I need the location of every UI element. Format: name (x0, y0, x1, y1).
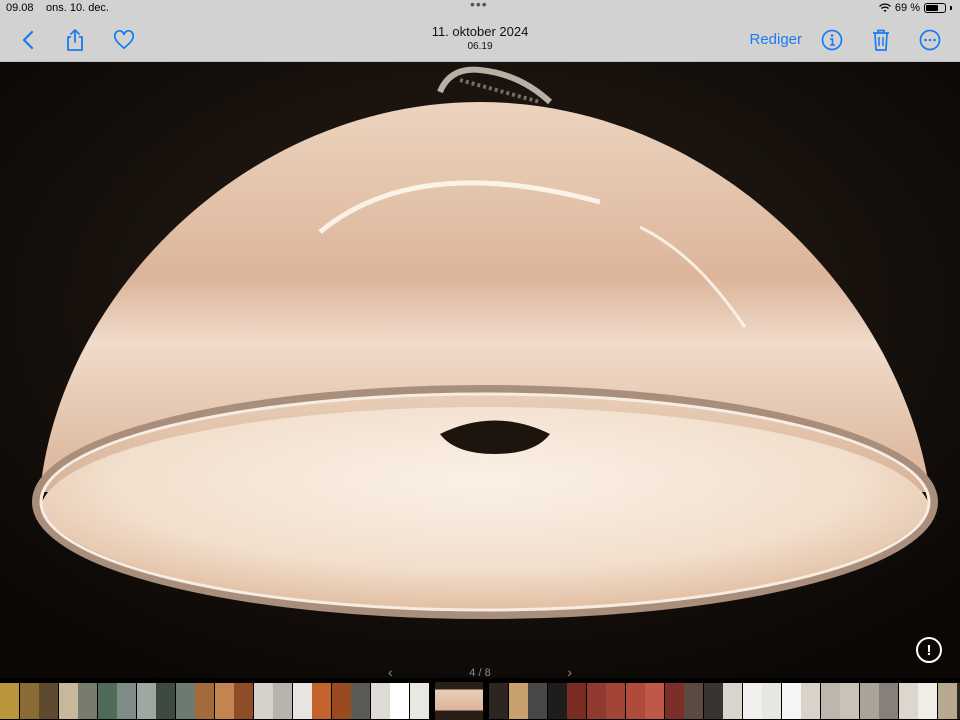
share-icon (67, 29, 83, 51)
thumbnail[interactable] (175, 682, 195, 719)
thumbnail[interactable] (781, 682, 801, 719)
thumbnail[interactable] (547, 682, 567, 719)
battery-icon (924, 3, 946, 13)
thumbnail[interactable] (742, 682, 762, 719)
info-icon (821, 29, 843, 51)
thumbnail[interactable] (567, 682, 586, 719)
thumbnail[interactable] (117, 682, 136, 719)
thumbnail[interactable] (645, 682, 664, 719)
photo-view[interactable] (0, 62, 960, 678)
thumbnail[interactable] (606, 682, 625, 719)
thumbnail[interactable] (508, 682, 528, 719)
thumbnail[interactable] (253, 682, 273, 719)
pager-count: 4 / 8 (469, 667, 491, 679)
thumbnail[interactable] (370, 682, 390, 719)
more-icon (919, 29, 941, 51)
thumbnail[interactable] (840, 682, 859, 719)
thumbnail[interactable] (273, 682, 292, 719)
photo-nav-bar: 11. oktober 2024 06.19 Rediger (0, 18, 960, 62)
photo-time-subtitle: 06.19 (467, 41, 493, 52)
favorite-button[interactable] (110, 26, 138, 54)
thumbnail-strip[interactable] (0, 681, 960, 720)
thumbnail[interactable] (312, 682, 331, 719)
thumbnail[interactable] (898, 682, 918, 719)
thumbnail[interactable] (78, 682, 97, 719)
thumbnail[interactable] (684, 682, 703, 719)
status-time: 09.08 (6, 2, 34, 14)
thumbnail[interactable] (97, 682, 117, 719)
thumbnail[interactable] (195, 682, 214, 719)
thumbnail[interactable] (762, 682, 781, 719)
thumbnail[interactable] (292, 682, 312, 719)
thumbnail[interactable] (331, 682, 351, 719)
thumbnail[interactable] (409, 682, 429, 719)
status-date: ons. 10. dec. (46, 2, 109, 14)
next-photo-icon[interactable]: › (567, 664, 572, 680)
thumbnail[interactable] (351, 682, 370, 719)
trash-icon (873, 29, 889, 51)
thumbnail[interactable] (723, 682, 742, 719)
photo-date-title: 11. oktober 2024 (431, 24, 529, 39)
thumbnail[interactable] (39, 682, 58, 719)
battery-percent: 69 % (894, 2, 920, 14)
thumbnail[interactable] (136, 682, 156, 719)
status-indicators: 69 % (878, 2, 952, 14)
thumbnail[interactable] (528, 682, 547, 719)
thumbnail[interactable] (859, 682, 879, 719)
thumbnail[interactable] (489, 682, 508, 719)
thumbnail[interactable] (58, 682, 78, 719)
thumbnail[interactable] (625, 682, 645, 719)
thumbnail-current[interactable] (435, 681, 483, 720)
edit-button[interactable]: Rediger (749, 31, 802, 48)
thumbnail[interactable] (234, 682, 253, 719)
photo-pager: ‹ 4 / 8 › (380, 664, 580, 680)
exclamation-icon[interactable]: ! (916, 637, 942, 663)
delete-button[interactable] (867, 26, 895, 54)
wifi-icon (878, 3, 891, 12)
thumbnail[interactable] (801, 682, 820, 719)
thumbnail[interactable] (586, 682, 606, 719)
thumbnail[interactable] (390, 682, 409, 719)
thumbnail[interactable] (0, 682, 19, 719)
multitasking-dots-icon[interactable]: ••• (470, 0, 488, 12)
thumbnail[interactable] (156, 682, 175, 719)
back-button[interactable] (14, 26, 42, 54)
more-button[interactable] (916, 26, 944, 54)
chevron-left-icon (22, 30, 34, 50)
thumbnail[interactable] (19, 682, 39, 719)
thumbnail[interactable] (937, 682, 957, 719)
battery-nub (950, 6, 952, 10)
thumbnail[interactable] (703, 682, 723, 719)
thumbnail[interactable] (664, 682, 684, 719)
lamp-photo (0, 62, 960, 678)
thumbnail[interactable] (918, 682, 937, 719)
thumbnail[interactable] (214, 682, 234, 719)
status-bar: 09.08 ons. 10. dec. ••• 69 % (0, 0, 960, 18)
thumbnail[interactable] (879, 682, 898, 719)
heart-icon (114, 30, 134, 50)
share-button[interactable] (61, 26, 89, 54)
info-button[interactable] (818, 26, 846, 54)
thumbnail[interactable] (820, 682, 840, 719)
